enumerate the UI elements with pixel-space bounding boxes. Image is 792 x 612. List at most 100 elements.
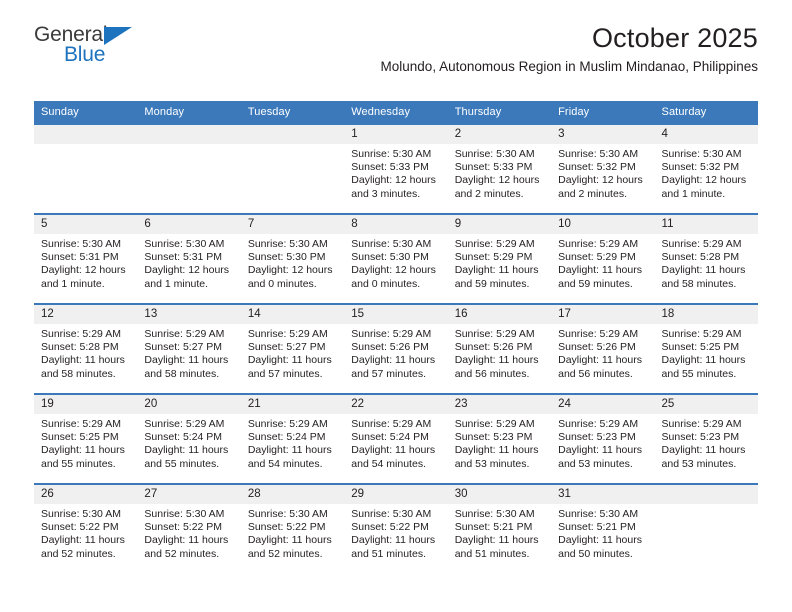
day-details: Sunrise: 5:29 AM Sunset: 5:27 PM Daylight:… [241, 324, 344, 381]
day-number: 14 [240, 305, 345, 324]
calendar-day-cell[interactable]: 6 Sunrise: 5:30 AM Sunset: 5:31 PM Daylight… [137, 213, 241, 299]
day-details: Sunrise: 5:30 AM Sunset: 5:21 PM Daylight:… [448, 504, 551, 561]
daylight-duration-line1: Daylight: 11 hours [41, 534, 125, 547]
sunrise-time: Sunrise: 5:29 AM [661, 328, 742, 340]
calendar-day-cell[interactable]: 2 Sunrise: 5:30 AM Sunset: 5:33 PM Daylight… [447, 123, 552, 209]
daylight-duration-line1: Daylight: 12 hours [454, 174, 540, 187]
calendar-week-row: 1 Sunrise: 5:30 AM Sunset: 5:33 PM Daylight… [34, 123, 758, 209]
daylight-duration-line2: and 1 minute. [41, 277, 105, 290]
sunrise-time: Sunrise: 5:29 AM [247, 418, 328, 430]
sunset-time: Sunset: 5:29 PM [558, 251, 636, 264]
daylight-duration-line2: and 54 minutes. [351, 457, 426, 470]
daylight-duration-line2: and 58 minutes. [661, 277, 737, 290]
page-title: October 2025 [591, 23, 758, 53]
sunset-time: Sunset: 5:29 PM [454, 251, 533, 264]
day-number: 27 [137, 485, 241, 504]
sunset-time: Sunset: 5:23 PM [454, 431, 533, 444]
sunset-time: Sunset: 5:31 PM [41, 251, 119, 264]
calendar-day-cell[interactable]: 3 Sunrise: 5:30 AM Sunset: 5:32 PM Daylight… [551, 123, 655, 209]
calendar-day-cell[interactable]: 18 Sunrise: 5:29 AM Sunset: 5:25 PM Dayligh… [654, 303, 758, 389]
day-number [137, 125, 241, 144]
calendar-day-cell[interactable]: 23 Sunrise: 5:29 AM Sunset: 5:23 PM Dayligh… [447, 393, 552, 479]
daylight-duration-line1: Daylight: 11 hours [41, 354, 125, 367]
weekday-header-thursday: Thursday [447, 101, 552, 124]
daylight-duration-line1: Daylight: 11 hours [247, 354, 332, 367]
day-number: 26 [34, 485, 138, 504]
day-details: Sunrise: 5:30 AM Sunset: 5:33 PM Daylight:… [448, 144, 551, 201]
day-details: Sunrise: 5:29 AM Sunset: 5:24 PM Daylight:… [344, 414, 447, 471]
calendar-day-cell[interactable]: 28 Sunrise: 5:30 AM Sunset: 5:22 PM Dayligh… [240, 483, 345, 569]
calendar-day-cell[interactable]: 27 Sunrise: 5:30 AM Sunset: 5:22 PM Dayligh… [137, 483, 241, 569]
day-details: Sunrise: 5:29 AM Sunset: 5:24 PM Daylight:… [241, 414, 344, 471]
sunrise-time: Sunrise: 5:30 AM [247, 508, 328, 520]
calendar-day-cell[interactable]: 15 Sunrise: 5:29 AM Sunset: 5:26 PM Dayligh… [344, 303, 448, 389]
sunrise-time: Sunrise: 5:30 AM [351, 508, 432, 520]
calendar-day-cell[interactable]: 20 Sunrise: 5:29 AM Sunset: 5:24 PM Dayligh… [137, 393, 241, 479]
sunrise-time: Sunrise: 5:29 AM [661, 238, 742, 250]
day-number: 30 [447, 485, 552, 504]
day-number: 2 [447, 125, 552, 144]
calendar-day-cell[interactable]: 29 Sunrise: 5:30 AM Sunset: 5:22 PM Dayligh… [344, 483, 448, 569]
sunset-time: Sunset: 5:24 PM [144, 431, 223, 444]
calendar-day-cell[interactable]: 19 Sunrise: 5:29 AM Sunset: 5:25 PM Dayligh… [34, 393, 138, 479]
daylight-duration-line1: Daylight: 11 hours [454, 354, 539, 367]
day-number [34, 125, 138, 144]
day-number: 23 [447, 395, 552, 414]
calendar-week-row: 12 Sunrise: 5:29 AM Sunset: 5:28 PM Dayligh… [34, 303, 758, 389]
sunset-time: Sunset: 5:26 PM [454, 341, 533, 354]
sunset-time: Sunset: 5:30 PM [247, 251, 326, 264]
daylight-duration-line1: Daylight: 12 hours [351, 264, 436, 277]
sunset-time: Sunset: 5:23 PM [661, 431, 740, 444]
daylight-duration-line1: Daylight: 11 hours [661, 444, 746, 457]
day-details: Sunrise: 5:30 AM Sunset: 5:22 PM Daylight:… [34, 504, 137, 561]
day-details: Sunrise: 5:29 AM Sunset: 5:25 PM Daylight:… [655, 324, 758, 381]
day-details: Sunrise: 5:29 AM Sunset: 5:29 PM Daylight:… [551, 234, 654, 291]
day-number: 15 [344, 305, 448, 324]
daylight-duration-line1: Daylight: 11 hours [454, 444, 539, 457]
day-number: 19 [34, 395, 138, 414]
calendar-day-cell[interactable]: 24 Sunrise: 5:29 AM Sunset: 5:23 PM Dayligh… [551, 393, 655, 479]
calendar-day-cell[interactable]: 14 Sunrise: 5:29 AM Sunset: 5:27 PM Dayligh… [240, 303, 345, 389]
sunset-time: Sunset: 5:25 PM [661, 341, 740, 354]
calendar-day-cell[interactable]: 26 Sunrise: 5:30 AM Sunset: 5:22 PM Dayligh… [34, 483, 138, 569]
calendar-page: General Blue October 2025 Molundo, Auton… [0, 0, 792, 612]
daylight-duration-line2: and 2 minutes. [454, 187, 524, 200]
general-blue-logo[interactable]: General Blue [34, 24, 154, 70]
sunset-time: Sunset: 5:22 PM [351, 521, 429, 534]
calendar-day-cell[interactable]: 17 Sunrise: 5:29 AM Sunset: 5:26 PM Dayligh… [551, 303, 655, 389]
sunset-time: Sunset: 5:23 PM [558, 431, 636, 444]
daylight-duration-line2: and 3 minutes. [351, 187, 421, 200]
daylight-duration-line2: and 51 minutes. [351, 547, 426, 560]
day-number: 28 [240, 485, 345, 504]
daylight-duration-line2: and 50 minutes. [558, 547, 633, 560]
sunset-time: Sunset: 5:32 PM [558, 161, 636, 174]
sunrise-time: Sunrise: 5:29 AM [558, 328, 639, 340]
calendar-empty-cell [240, 123, 345, 209]
calendar-day-cell[interactable]: 4 Sunrise: 5:30 AM Sunset: 5:32 PM Daylight… [654, 123, 758, 209]
calendar-day-cell[interactable]: 22 Sunrise: 5:29 AM Sunset: 5:24 PM Dayligh… [344, 393, 448, 479]
calendar-day-cell[interactable]: 8 Sunrise: 5:30 AM Sunset: 5:30 PM Daylight… [344, 213, 448, 299]
calendar-day-cell[interactable]: 5 Sunrise: 5:30 AM Sunset: 5:31 PM Daylight… [34, 213, 138, 299]
sunrise-time: Sunrise: 5:29 AM [558, 238, 639, 250]
sunset-time: Sunset: 5:33 PM [351, 161, 429, 174]
calendar-day-cell[interactable]: 10 Sunrise: 5:29 AM Sunset: 5:29 PM Dayligh… [551, 213, 655, 299]
calendar-day-cell[interactable]: 7 Sunrise: 5:30 AM Sunset: 5:30 PM Daylight… [240, 213, 345, 299]
calendar-day-cell[interactable]: 21 Sunrise: 5:29 AM Sunset: 5:24 PM Dayligh… [240, 393, 345, 479]
calendar-day-cell[interactable]: 12 Sunrise: 5:29 AM Sunset: 5:28 PM Dayligh… [34, 303, 138, 389]
sunrise-time: Sunrise: 5:30 AM [454, 148, 535, 160]
calendar-week-row: 19 Sunrise: 5:29 AM Sunset: 5:25 PM Dayligh… [34, 393, 758, 479]
sunrise-sunset-calendar: Sunday Monday Tuesday Wednesday Thursday Frid… [34, 101, 758, 569]
sunset-time: Sunset: 5:28 PM [41, 341, 119, 354]
calendar-day-cell[interactable]: 13 Sunrise: 5:29 AM Sunset: 5:27 PM Dayligh… [137, 303, 241, 389]
daylight-duration-line1: Daylight: 11 hours [247, 534, 332, 547]
calendar-day-cell[interactable]: 25 Sunrise: 5:29 AM Sunset: 5:23 PM Dayligh… [654, 393, 758, 479]
calendar-day-cell[interactable]: 11 Sunrise: 5:29 AM Sunset: 5:28 PM Dayligh… [654, 213, 758, 299]
calendar-day-cell[interactable]: 31 Sunrise: 5:30 AM Sunset: 5:21 PM Dayligh… [551, 483, 655, 569]
calendar-week-row: 26 Sunrise: 5:30 AM Sunset: 5:22 PM Dayligh… [34, 483, 758, 569]
calendar-day-cell[interactable]: 30 Sunrise: 5:30 AM Sunset: 5:21 PM Dayligh… [447, 483, 552, 569]
calendar-day-cell[interactable]: 1 Sunrise: 5:30 AM Sunset: 5:33 PM Daylight… [344, 123, 448, 209]
calendar-day-cell[interactable]: 9 Sunrise: 5:29 AM Sunset: 5:29 PM Daylight… [447, 213, 552, 299]
sunrise-time: Sunrise: 5:29 AM [558, 418, 639, 430]
day-details: Sunrise: 5:29 AM Sunset: 5:26 PM Daylight:… [551, 324, 654, 381]
calendar-day-cell[interactable]: 16 Sunrise: 5:29 AM Sunset: 5:26 PM Dayligh… [447, 303, 552, 389]
